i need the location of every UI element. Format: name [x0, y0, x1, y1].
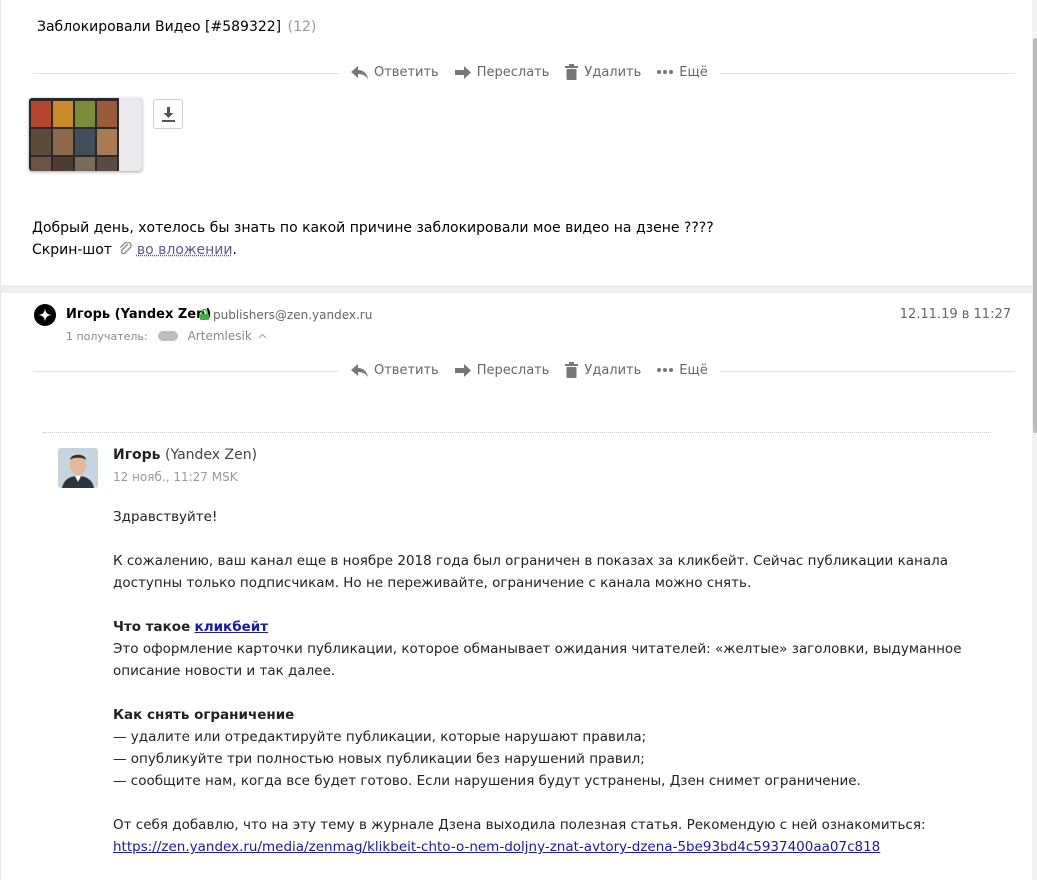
reply-greeting: Здравствуйте! [113, 509, 218, 525]
clickbait-definition: Это оформление карточки публикации, кото… [113, 641, 962, 679]
delete-button[interactable]: Удалить [565, 362, 641, 378]
sender-name[interactable]: Игорь (Yandex Zen) [66, 307, 211, 322]
thread-count: (12) [287, 19, 317, 35]
author-avatar [58, 448, 98, 488]
mail-reader: Заблокировали Видео [#589322] (12) Ответ… [0, 0, 1033, 880]
forward-button[interactable]: Переслать [454, 362, 550, 378]
first-message-line: Добрый день, хотелось бы знать по какой … [32, 220, 714, 236]
delete-label: Удалить [584, 362, 642, 378]
more-label: Ещё [679, 362, 708, 378]
step-item: — удалите или отредактируйте публикации,… [113, 729, 647, 745]
attachment-link[interactable]: во вложении [137, 242, 233, 258]
reply-label: Ответить [374, 362, 439, 378]
trash-icon [565, 362, 579, 378]
author-name: Игорь [113, 447, 161, 463]
scrollbar[interactable] [1032, 0, 1037, 880]
more-button[interactable]: Ещё [657, 64, 708, 80]
delete-label: Удалить [584, 64, 642, 80]
attachment-thumbnail[interactable] [29, 98, 142, 171]
recipient-avatar [157, 331, 178, 341]
message-toolbar: Ответить Переслать Удалить Ещё [339, 62, 720, 82]
forward-label: Переслать [476, 362, 550, 378]
paperclip-icon [120, 241, 133, 255]
restriction-heading: Как снять ограничение [113, 707, 295, 723]
message-toolbar-2: Ответить Переслать Удалить Ещё [339, 360, 720, 380]
step-item: — опубликуйте три полностью новых публик… [113, 751, 645, 767]
reply-label: Ответить [374, 64, 439, 80]
more-label: Ещё [679, 64, 708, 80]
clickbait-section: Что такое кликбейт Это оформление карточ… [113, 616, 973, 682]
reply-icon [351, 65, 368, 79]
lock-icon [200, 309, 209, 320]
more-button[interactable]: Ещё [657, 362, 708, 378]
article-link[interactable]: https://zen.yandex.ru/media/zenmag/klikb… [113, 839, 880, 855]
first-message-body: Добрый день, хотелось бы знать по какой … [32, 217, 714, 261]
period: . [232, 242, 237, 258]
chevron-up-icon[interactable] [258, 333, 267, 339]
forward-icon [454, 363, 471, 377]
more-icon [657, 70, 674, 74]
message-date: 12.11.19 в 11:27 [899, 307, 1011, 322]
forward-label: Переслать [476, 64, 550, 80]
zen-logo-icon [34, 304, 56, 326]
screenshot-label: Скрин-шот [32, 242, 112, 258]
delete-button[interactable]: Удалить [565, 64, 641, 80]
clickbait-heading: Что такое [113, 619, 191, 635]
download-icon [161, 106, 175, 122]
author-line: Игорь (Yandex Zen) [113, 447, 257, 463]
reply-paragraph: К сожалению, ваш канал еще в ноябре 2018… [113, 553, 949, 591]
reply-button[interactable]: Ответить [351, 363, 439, 378]
message-separator [1, 285, 1033, 293]
restriction-section: Как снять ограничение — удалите или отре… [113, 704, 973, 792]
reply-icon [351, 363, 368, 377]
recipients-label: 1 получатель: [66, 329, 148, 343]
reply-button[interactable]: Ответить [351, 65, 439, 80]
scrollbar-thumb[interactable] [1033, 38, 1037, 433]
sender-email[interactable]: publishers@zen.yandex.ru [213, 308, 372, 322]
first-message-line-2: Скрин-шот во вложении. [32, 239, 714, 261]
recipients-row[interactable]: 1 получатель: Artemlesik [66, 329, 267, 343]
forward-button[interactable]: Переслать [454, 64, 550, 80]
closing-text: От себя добавлю, что на эту тему в журна… [113, 817, 926, 833]
step-item: — сообщите нам, когда все будет готово. … [113, 773, 861, 789]
closing-section: От себя добавлю, что на эту тему в журна… [113, 814, 973, 858]
download-button[interactable] [153, 99, 183, 129]
clickbait-link[interactable]: кликбейт [195, 619, 269, 635]
forward-icon [454, 65, 471, 79]
subject-title: Заблокировали Видео [#589322] [37, 19, 282, 35]
author-meta: 12 нояб., 11:27 MSK [113, 470, 238, 484]
more-icon [657, 368, 674, 372]
trash-icon [565, 64, 579, 80]
mail-subject: Заблокировали Видео [#589322] (12) [37, 19, 316, 35]
recipient-name: Artemlesik [187, 329, 252, 343]
author-org: (Yandex Zen) [164, 447, 258, 463]
quote-divider [43, 432, 991, 433]
